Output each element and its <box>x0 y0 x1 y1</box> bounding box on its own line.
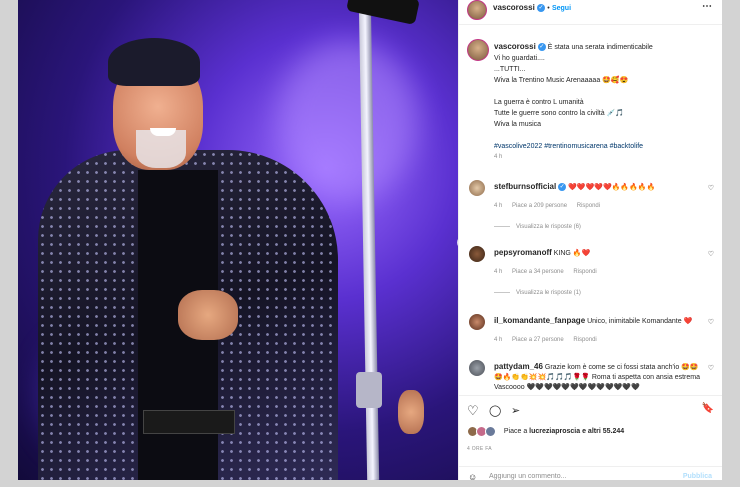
comment-meta: 4 h Piace a 27 persone Rispondi <box>494 335 704 345</box>
likes-summary: Piace a lucreziaprosciа e altri 55.244 <box>467 426 717 437</box>
likes-prefix: Piace a <box>503 428 528 435</box>
comment-text: KING 🔥❤️ <box>553 250 591 257</box>
comment-username[interactable]: pattydam_46 <box>494 362 543 371</box>
caption-line <box>494 86 704 97</box>
save-icon[interactable]: 🔖 <box>702 403 714 414</box>
verified-icon: ✓ <box>537 43 546 52</box>
post-actions-bar: ♡ ◯ ➢ 🔖 <box>459 395 722 424</box>
caption-time: 4 h <box>494 154 503 160</box>
like-icon[interactable]: ♡ <box>467 403 479 419</box>
liker-username[interactable]: lucreziaprosciа <box>529 428 580 435</box>
publish-button[interactable]: Pubblica <box>683 473 712 480</box>
comment-time[interactable]: 4 h <box>494 269 502 275</box>
caption-avatar[interactable] <box>467 39 489 61</box>
post-side-panel: vascorossi ✓ • Segui ⋯ vascorossi ✓ È st… <box>458 0 722 482</box>
comment-avatar[interactable] <box>469 360 485 376</box>
caption-line <box>494 130 704 141</box>
liker-avatar <box>484 426 496 437</box>
caption-line: Vi ho guardati.... <box>494 55 545 62</box>
reply-button[interactable]: Rispondi <box>573 269 596 275</box>
comment-time[interactable]: 4 h <box>494 203 502 209</box>
follow-button[interactable]: Segui <box>552 5 571 12</box>
verified-icon: ✓ <box>537 3 546 12</box>
caption-line: Wiva la Trentino Music Arenaaaaa 🤩🥰😍 <box>494 77 629 84</box>
header-name-row: vascorossi ✓ • Segui <box>493 3 571 12</box>
share-icon[interactable]: ➢ <box>511 404 520 417</box>
comment-username[interactable]: pepsyromanoff <box>494 248 552 257</box>
comment-username[interactable]: il_komandante_fanpage <box>494 316 585 325</box>
comment-username[interactable]: stefburnsofficial <box>494 182 556 191</box>
reply-button[interactable]: Rispondi <box>573 337 596 343</box>
hand-on-stand <box>398 390 424 434</box>
post-photo: › <box>18 0 458 480</box>
reply-button[interactable]: Rispondi <box>577 203 600 209</box>
belt <box>143 410 235 434</box>
comment-likes[interactable]: Piace a 209 persone <box>512 203 567 209</box>
separator: • <box>547 5 550 12</box>
beanie-cap <box>108 38 200 86</box>
comment-avatar[interactable] <box>469 180 485 196</box>
comments-scroll-area[interactable]: vascorossi ✓ È stata una serata indiment… <box>459 30 722 395</box>
caption-line: Wiva la musica <box>494 121 542 128</box>
caption-line: È stata una serata indimenticabile <box>547 44 653 51</box>
comment-meta: 4 h Piace a 209 persone Rispondi <box>494 201 704 211</box>
caption-username[interactable]: vascorossi <box>494 42 536 51</box>
caption-line: Tutte le guerre sono contro la civiltà 💉… <box>494 110 625 117</box>
comment-text: Unico, inimitabile Komandante ❤️ <box>587 318 693 325</box>
smile <box>150 128 176 136</box>
avatar[interactable] <box>467 0 487 20</box>
comment-meta: 4 h Piace a 34 persone Rispondi <box>494 267 704 277</box>
verified-icon: ✓ <box>558 183 567 192</box>
post-header: vascorossi ✓ • Segui ⋯ <box>459 0 722 25</box>
caption-line: La guerra è contro L umanità <box>494 99 584 106</box>
comment-likes[interactable]: Piace a 34 persone <box>512 269 564 275</box>
view-replies-button[interactable]: Visualizza le risposte (6) <box>494 224 581 230</box>
likes-count[interactable]: e altri 55.244 <box>582 428 624 435</box>
comment-like-icon[interactable]: ♡ <box>708 250 714 258</box>
comment-time[interactable]: 4 h <box>494 337 502 343</box>
stand-clip <box>356 372 382 408</box>
caption-hashtags[interactable]: #vascolive2022 #trentinomusicarena #back… <box>494 141 704 152</box>
emoji-icon[interactable]: ☺ <box>468 472 477 482</box>
more-options-icon[interactable]: ⋯ <box>702 1 712 12</box>
comment-like-icon[interactable]: ♡ <box>708 318 714 326</box>
comment-like-icon[interactable]: ♡ <box>708 364 714 372</box>
comment-avatar[interactable] <box>469 314 485 330</box>
microphone <box>346 0 420 25</box>
caption-line: ...TUTTI... <box>494 66 526 73</box>
add-comment-bar: ☺ Pubblica <box>459 466 722 487</box>
comment-icon[interactable]: ◯ <box>489 404 501 417</box>
post-timestamp[interactable]: 4 ORE FA <box>467 446 492 452</box>
comment-avatar[interactable] <box>469 246 485 262</box>
hand <box>178 290 238 340</box>
comment-like-icon[interactable]: ♡ <box>708 184 714 192</box>
caption-text: vascorossi ✓ È stata una serata indiment… <box>494 41 704 163</box>
view-replies-button[interactable]: Visualizza le risposte (1) <box>494 290 581 296</box>
comment-text: ❤️❤️❤️❤️❤️🔥🔥🔥🔥🔥 <box>568 184 656 191</box>
header-username[interactable]: vascorossi <box>493 3 535 12</box>
comment-likes[interactable]: Piace a 27 persone <box>512 337 564 343</box>
